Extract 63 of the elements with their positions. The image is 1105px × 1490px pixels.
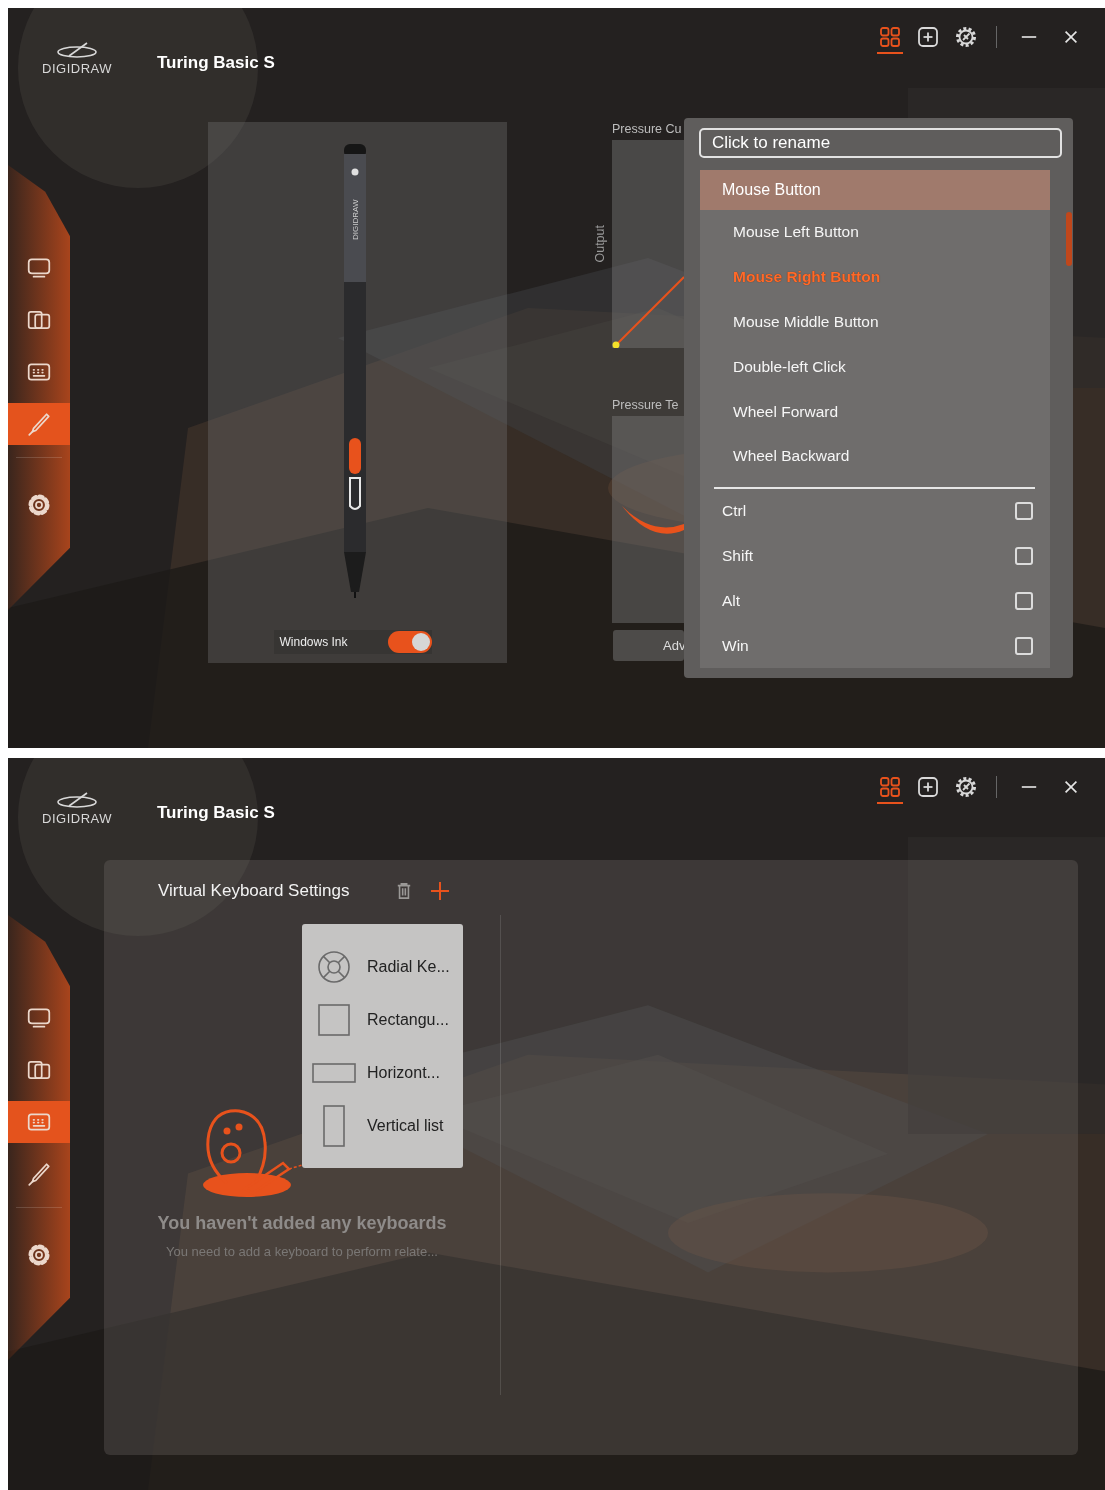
tall-rectangle-icon xyxy=(323,1104,345,1147)
window-title: Turing Basic S xyxy=(157,53,275,73)
logo-icon xyxy=(55,790,99,809)
plus-icon xyxy=(429,881,450,901)
menu-option[interactable]: Wheel Forward xyxy=(700,389,1050,434)
scrollbar-thumb[interactable] xyxy=(1066,212,1072,266)
window-title: Turing Basic S xyxy=(157,803,275,823)
advanced-setup-button[interactable]: Adv xyxy=(613,630,684,661)
logo-icon xyxy=(55,40,99,59)
rename-field[interactable]: Click to rename xyxy=(699,128,1062,158)
modifier-label: Win xyxy=(722,636,750,655)
control-point[interactable] xyxy=(612,341,620,348)
checkbox[interactable] xyxy=(1015,591,1033,610)
gear-pen-icon xyxy=(954,775,978,799)
menu-option[interactable]: Wheel Backward xyxy=(700,434,1050,479)
monitor-icon xyxy=(26,255,52,281)
menu-option[interactable]: Mouse Left Button xyxy=(700,210,1050,255)
modifier-label: Shift xyxy=(722,546,754,565)
menu-item[interactable]: Vertical list xyxy=(367,1116,444,1135)
close-icon xyxy=(1062,28,1080,46)
panel-title: Virtual Keyboard Settings xyxy=(158,881,350,901)
delete-button[interactable] xyxy=(395,882,412,900)
empty-state-text: You need to add a keyboard to perform relate... xyxy=(166,1244,438,1259)
modifier-label: Ctrl xyxy=(722,502,748,521)
monitor-icon xyxy=(26,1005,52,1031)
menu-option[interactable]: Mouse Middle Button xyxy=(700,299,1050,345)
logo-text: DIGIDRAW xyxy=(42,810,112,826)
menu-option[interactable]: Double-left Click xyxy=(700,344,1050,390)
empty-state-title: You haven't added any keyboards xyxy=(157,1213,447,1234)
gear-pen-icon xyxy=(954,25,978,49)
plus-box-icon xyxy=(916,775,940,799)
pressure-curve-title: Pressure Cu xyxy=(612,121,683,138)
modifier-label: Alt xyxy=(722,591,742,610)
checkbox[interactable] xyxy=(1015,502,1033,521)
toggle-switch[interactable] xyxy=(387,631,432,653)
curve-line xyxy=(615,276,684,346)
pen-stroke xyxy=(622,506,684,534)
checkbox[interactable] xyxy=(1015,546,1033,565)
group-header: Mouse Button xyxy=(700,170,1050,210)
pen-icon xyxy=(26,1161,52,1187)
menu-item[interactable]: Rectangu... xyxy=(367,1010,449,1029)
minimize-icon xyxy=(1020,786,1038,788)
close-icon xyxy=(1062,778,1080,796)
pen-label: DIGIDRAW xyxy=(350,199,360,240)
square-icon xyxy=(318,1003,350,1036)
radial-icon xyxy=(317,949,351,984)
wide-rectangle-icon xyxy=(312,1062,356,1083)
windows-ink-label: Windows Ink xyxy=(279,635,349,649)
grid-icon xyxy=(878,25,902,49)
plus-box-icon xyxy=(916,25,940,49)
pressure-test-title: Pressure Te xyxy=(612,397,680,414)
menu-item[interactable]: Radial Ke... xyxy=(367,957,450,976)
pen-icon xyxy=(26,411,52,437)
menu-item[interactable]: Horizont... xyxy=(367,1063,440,1082)
grid-icon xyxy=(878,775,902,799)
trash-icon xyxy=(395,882,412,900)
minimize-icon xyxy=(1020,36,1038,38)
logo-text: DIGIDRAW xyxy=(42,60,112,76)
settings-icon xyxy=(26,492,52,518)
checkbox[interactable] xyxy=(1015,636,1033,655)
axis-label: Output xyxy=(592,225,608,263)
add-button[interactable] xyxy=(429,881,450,901)
settings-icon xyxy=(26,1242,52,1268)
